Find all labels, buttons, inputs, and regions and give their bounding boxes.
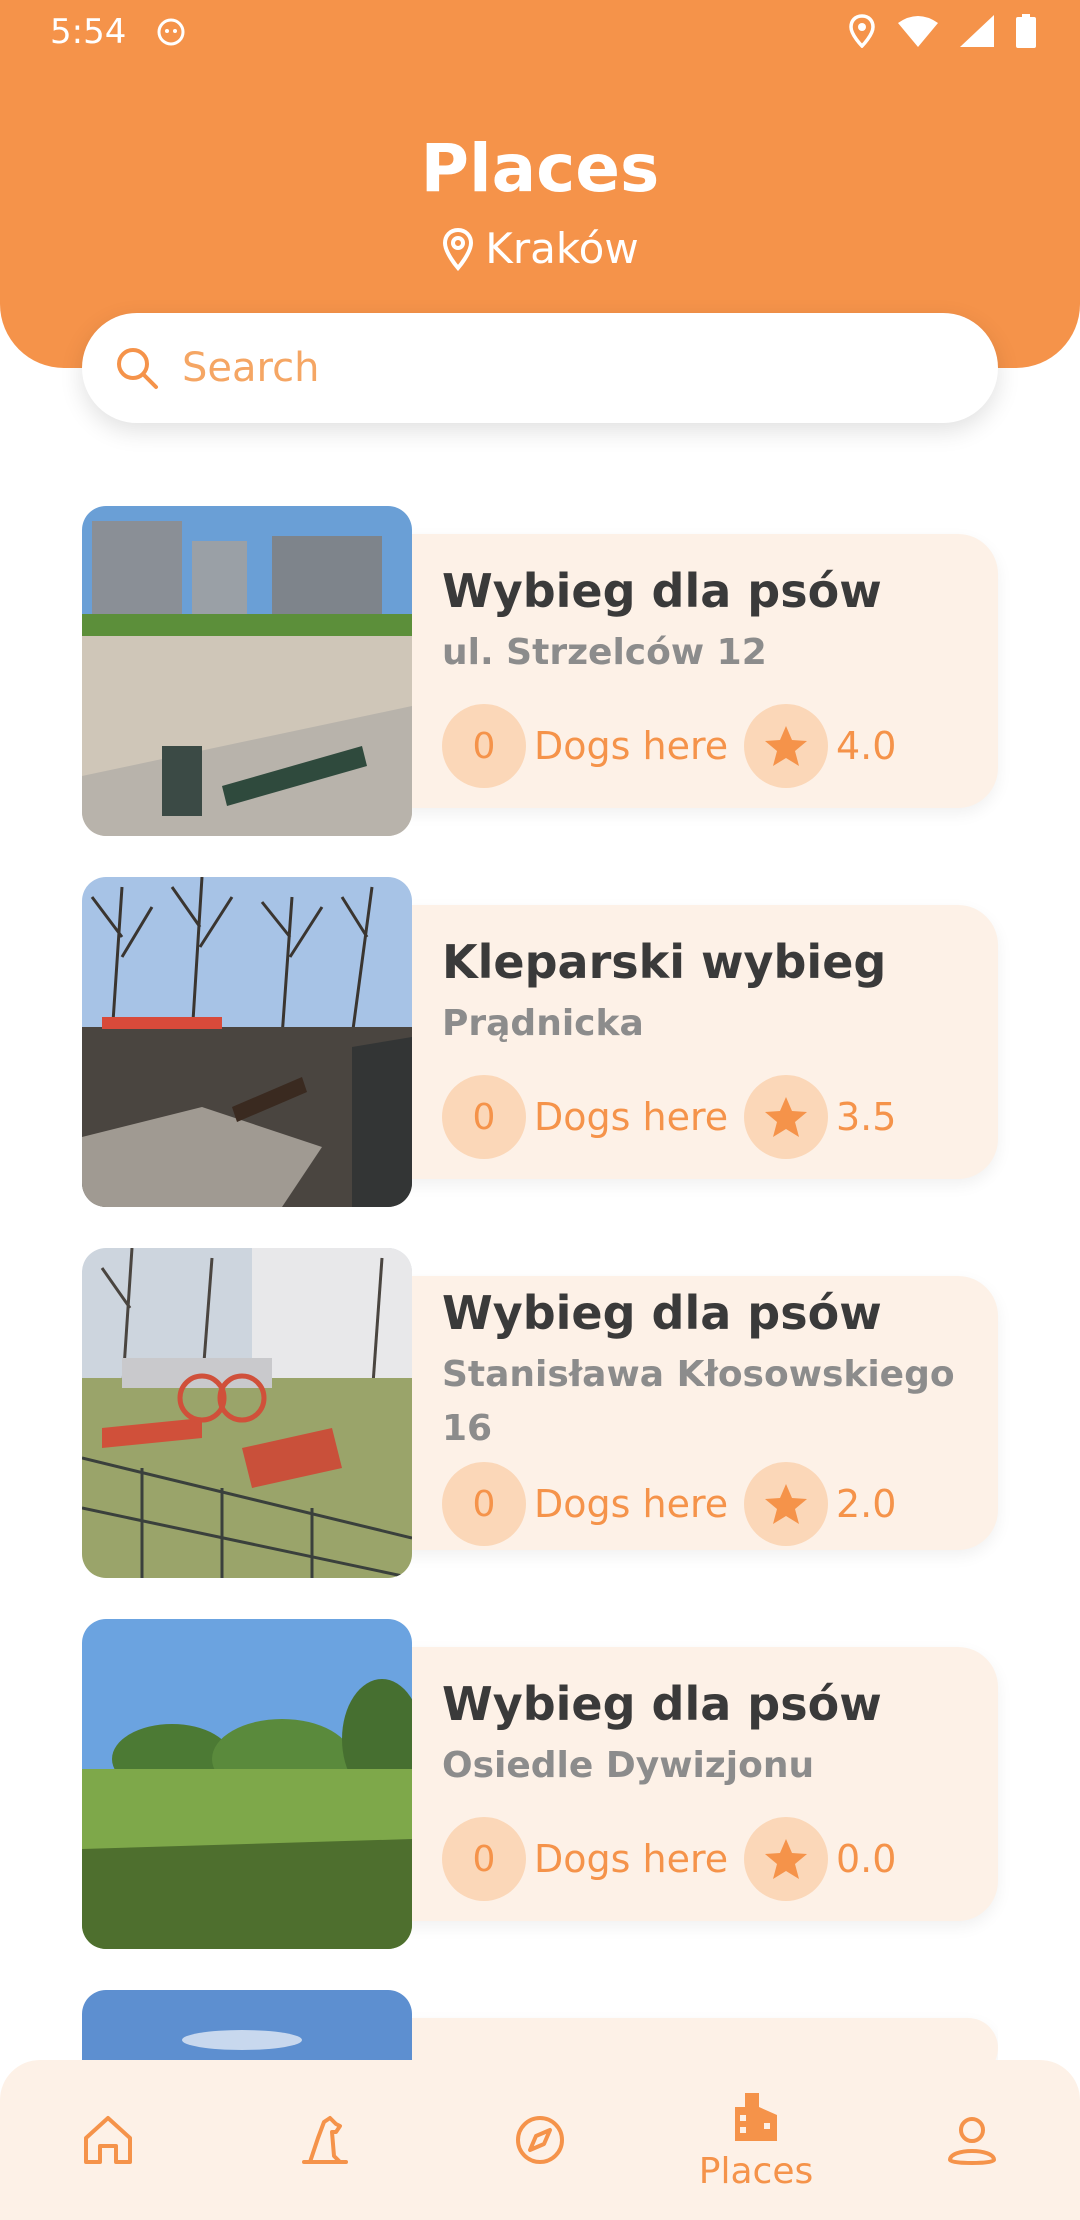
place-card[interactable]: Wybieg dla psów Stanisława Kłosowskiego … (82, 1248, 998, 1578)
place-card-panel (402, 2018, 998, 2060)
location-pin-icon (443, 227, 474, 271)
location-status-icon (849, 14, 875, 48)
place-photo (82, 1990, 412, 2060)
place-name: Wybieg dla psów (442, 564, 882, 618)
search-bar[interactable] (82, 313, 998, 423)
star-icon (744, 1462, 828, 1546)
dog-icon (302, 2116, 348, 2164)
place-stats: 0 Dogs here 4.0 (442, 704, 896, 788)
search-input[interactable] (180, 344, 944, 392)
signal-icon (960, 15, 994, 47)
battery-icon (1016, 14, 1036, 48)
star-icon (744, 1817, 828, 1901)
place-stats: 0 Dogs here 0.0 (442, 1817, 896, 1901)
dogs-count-badge: 0 (442, 1462, 526, 1546)
place-address: Prądnicka (442, 1003, 644, 1044)
profile-icon (947, 2117, 997, 2165)
place-card[interactable] (82, 1990, 998, 2060)
dogs-here-label: Dogs here (534, 1837, 729, 1881)
dogs-here-label: Dogs here (534, 1095, 729, 1139)
place-name: Kleparski wybieg (442, 935, 887, 989)
city-name: Kraków (485, 224, 639, 273)
wifi-icon (898, 16, 938, 47)
place-name: Wybieg dla psów (442, 1286, 882, 1340)
status-bar: 5:54 (0, 0, 1080, 64)
place-photo (82, 1619, 412, 1949)
place-stats: 0 Dogs here 3.5 (442, 1075, 896, 1159)
place-stats: 0 Dogs here 2.0 (442, 1462, 896, 1546)
place-card[interactable]: Wybieg dla psów Osiedle Dywizjonu 0 Dogs… (82, 1619, 998, 1949)
dogs-here-label: Dogs here (534, 1482, 729, 1526)
place-rating: 4.0 (836, 724, 897, 768)
place-rating: 0.0 (836, 1837, 897, 1881)
place-photo (82, 1248, 412, 1578)
places-icon (735, 2092, 777, 2141)
search-icon (117, 348, 158, 389)
place-rating: 3.5 (836, 1095, 897, 1139)
page-title: Places (420, 130, 660, 207)
dogs-count-badge: 0 (442, 704, 526, 788)
place-name: Wybieg dla psów (442, 1677, 882, 1731)
star-icon (744, 1075, 828, 1159)
cat-notification-icon (157, 18, 185, 46)
place-address: ul. Strzelców 12 (442, 632, 767, 673)
place-card[interactable]: Kleparski wybieg Prądnicka 0 Dogs here 3… (82, 877, 998, 1207)
dogs-count-badge: 0 (442, 1817, 526, 1901)
star-icon (744, 704, 828, 788)
place-card[interactable]: Wybieg dla psów ul. Strzelców 12 0 Dogs … (82, 506, 998, 836)
home-icon (84, 2116, 132, 2164)
place-address: Osiedle Dywizjonu (442, 1745, 815, 1786)
place-photo (82, 506, 412, 836)
nav-home[interactable] (38, 2060, 178, 2220)
place-address: Stanisława Kłosowskiego 16 (442, 1354, 955, 1449)
status-time: 5:54 (50, 12, 127, 52)
place-rating: 2.0 (836, 1482, 897, 1526)
compass-icon (516, 2116, 564, 2164)
nav-places[interactable]: Places (686, 2060, 826, 2220)
city-selector[interactable]: Kraków (0, 224, 1080, 273)
nav-explore[interactable] (470, 2060, 610, 2220)
nav-dogs[interactable] (254, 2060, 394, 2220)
nav-profile[interactable] (902, 2060, 1042, 2220)
place-photo (82, 877, 412, 1207)
nav-places-label: Places (698, 2150, 814, 2192)
bottom-nav: Places (0, 2060, 1080, 2220)
dogs-here-label: Dogs here (534, 724, 729, 768)
dogs-count-badge: 0 (442, 1075, 526, 1159)
